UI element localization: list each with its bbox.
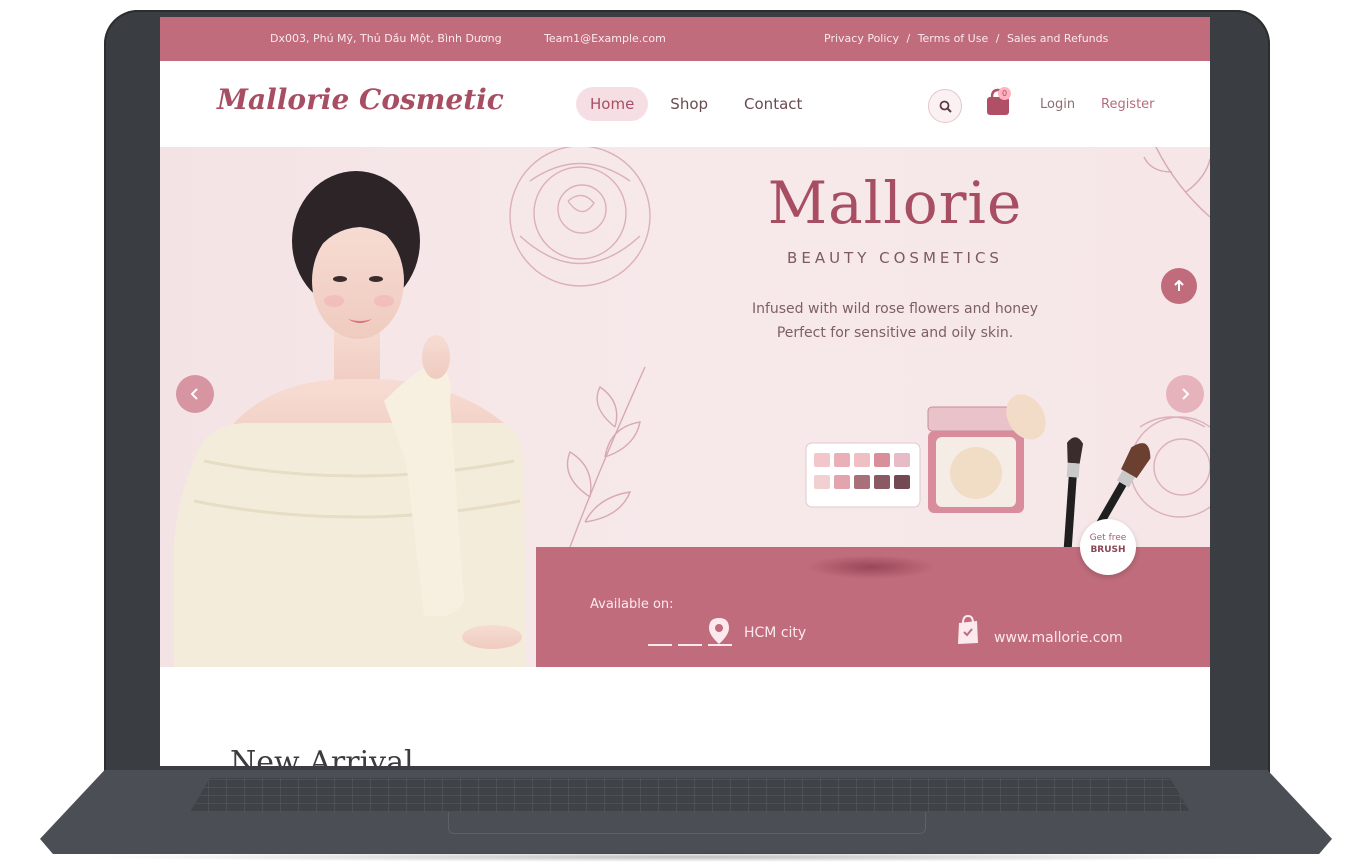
decorative-dash [648, 644, 672, 646]
hero-banner: Mallorie BEAUTY COSMETICS Infused with w… [160, 147, 1210, 667]
policy-links: Privacy Policy / Terms of Use / Sales an… [824, 32, 1108, 45]
scroll-to-top-button[interactable] [1161, 268, 1197, 304]
section-title: New Arrival [230, 745, 414, 766]
search-icon [939, 100, 952, 113]
search-button[interactable] [928, 89, 962, 123]
decorative-dash [678, 644, 702, 646]
laptop-shadow [80, 852, 1292, 862]
location-pin-icon [709, 618, 729, 644]
location-city: HCM city [744, 625, 807, 641]
website-link[interactable]: www.mallorie.com [994, 630, 1123, 646]
site-header: Mallorie Cosmetic Home Shop Contact 0 Lo… [160, 61, 1210, 147]
hero-subtitle: BEAUTY COSMETICS [787, 249, 1003, 267]
login-link[interactable]: Login [1040, 97, 1075, 112]
laptop-screen: Dx003, Phú Mỹ, Thủ Dầu Một, Bình Dương T… [160, 17, 1210, 766]
arrow-up-icon [1174, 280, 1184, 291]
badge-text: Get free [1089, 533, 1127, 543]
hero-description: Infused with wild rose flowers and honey… [700, 297, 1090, 345]
privacy-policy-link[interactable]: Privacy Policy [824, 32, 899, 45]
site-logo[interactable]: Mallorie Cosmetic [217, 83, 504, 116]
store-address: Dx003, Phú Mỹ, Thủ Dầu Một, Bình Dương [270, 32, 502, 45]
sales-refunds-link[interactable]: Sales and Refunds [1007, 32, 1108, 45]
banner-shadow [806, 555, 936, 579]
terms-of-use-link[interactable]: Terms of Use [918, 32, 989, 45]
leaf-corner-illustration [1143, 147, 1210, 218]
hero-description-line: Infused with wild rose flowers and honey [751, 301, 1039, 317]
chevron-left-icon [190, 388, 198, 400]
model-portrait [174, 171, 526, 667]
available-label: Available on: [590, 597, 674, 612]
laptop-trackpad [448, 812, 926, 834]
cart-count-badge: 0 [998, 87, 1011, 100]
top-info-bar: Dx003, Phú Mỹ, Thủ Dầu Một, Bình Dương T… [160, 17, 1210, 61]
free-brush-badge: Get free BRUSH [1080, 519, 1136, 575]
hero-title: Mallorie [767, 169, 1023, 237]
link-separator: / [906, 32, 911, 45]
store-email[interactable]: Team1@Example.com [544, 32, 666, 45]
laptop-keyboard [190, 778, 1190, 812]
hero-description-line: Perfect for sensitive and oily skin. [776, 325, 1014, 341]
nav-shop[interactable]: Shop [656, 87, 722, 121]
link-separator: / [995, 32, 1000, 45]
carousel-prev-button[interactable] [176, 375, 214, 413]
register-link[interactable]: Register [1101, 97, 1155, 112]
main-nav: Home Shop Contact [576, 87, 816, 121]
leaf-branch-illustration [566, 366, 646, 547]
nav-contact[interactable]: Contact [730, 87, 816, 121]
nav-home[interactable]: Home [576, 87, 649, 121]
carousel-next-button[interactable] [1166, 375, 1204, 413]
shopping-bag-icon [958, 614, 978, 644]
chevron-right-icon [1182, 388, 1190, 400]
badge-highlight: BRUSH [1090, 545, 1126, 555]
